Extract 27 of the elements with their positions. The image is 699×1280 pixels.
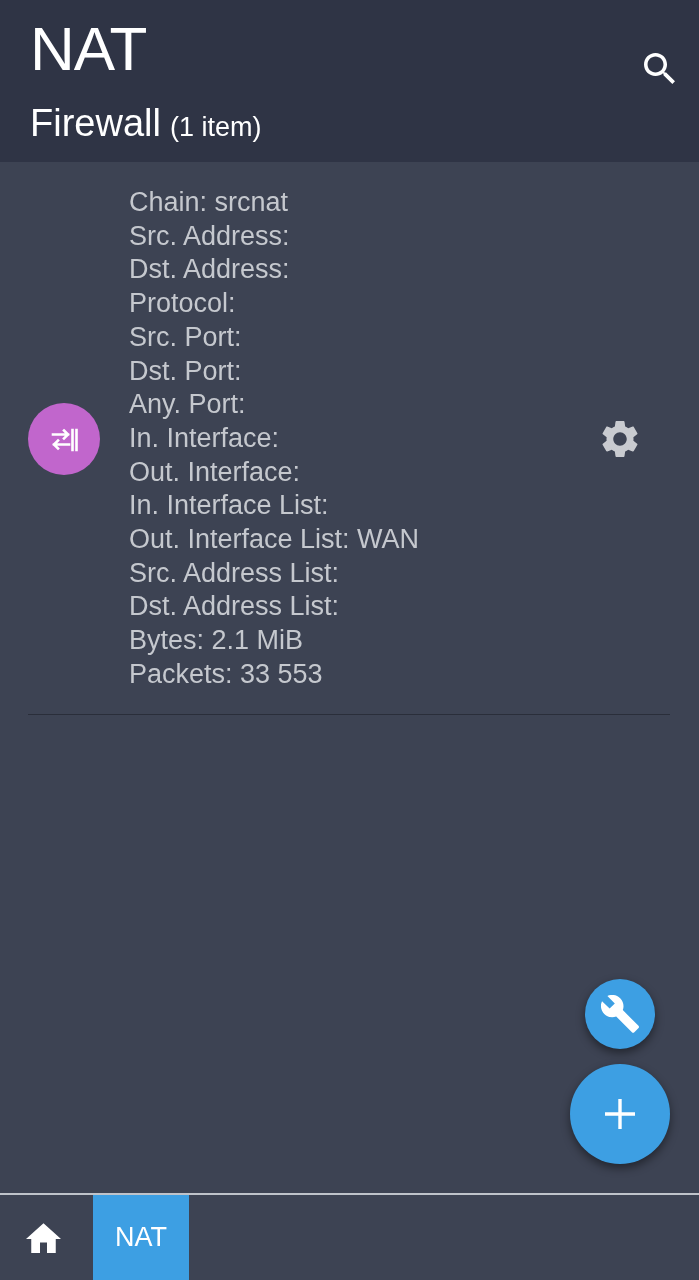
- item-count: (1 item): [169, 114, 262, 141]
- rule-field: Src. Port:: [129, 320, 602, 355]
- rule-field: Dst. Address:: [129, 253, 602, 288]
- add-button[interactable]: [570, 1064, 670, 1164]
- rule-field: Dst. Port:: [129, 354, 602, 389]
- rule-field: Dst. Address List:: [129, 590, 602, 625]
- rule-field: Out. Interface List: WAN: [129, 523, 602, 557]
- rule-field: Out. Interface:: [129, 455, 602, 490]
- page-title: NAT: [30, 18, 148, 80]
- rule-field: Any. Port:: [129, 388, 602, 422]
- rule-field: Chain: srcnat: [129, 186, 602, 220]
- home-icon: [25, 1222, 61, 1253]
- rule-field: Src. Address:: [129, 219, 602, 254]
- settings-icon[interactable]: [602, 420, 638, 457]
- rule-field: Src. Address List:: [129, 556, 602, 591]
- rule-field: Protocol:: [129, 287, 602, 321]
- search-icon[interactable]: [644, 53, 675, 84]
- rule-field: Bytes: 2.1 MiB: [129, 624, 602, 658]
- plus-icon: [605, 1099, 635, 1129]
- rule-field: In. Interface:: [129, 421, 602, 456]
- rule-field: In. Interface List:: [129, 489, 602, 524]
- swap-arrows-icon: [28, 402, 100, 475]
- section-title: Firewall: [30, 104, 161, 142]
- tools-button[interactable]: [585, 979, 655, 1049]
- breadcrumb-tab[interactable]: NAT: [93, 1195, 189, 1280]
- wrench-icon: [601, 995, 639, 1033]
- rule-field: Packets: 33 553: [129, 657, 602, 692]
